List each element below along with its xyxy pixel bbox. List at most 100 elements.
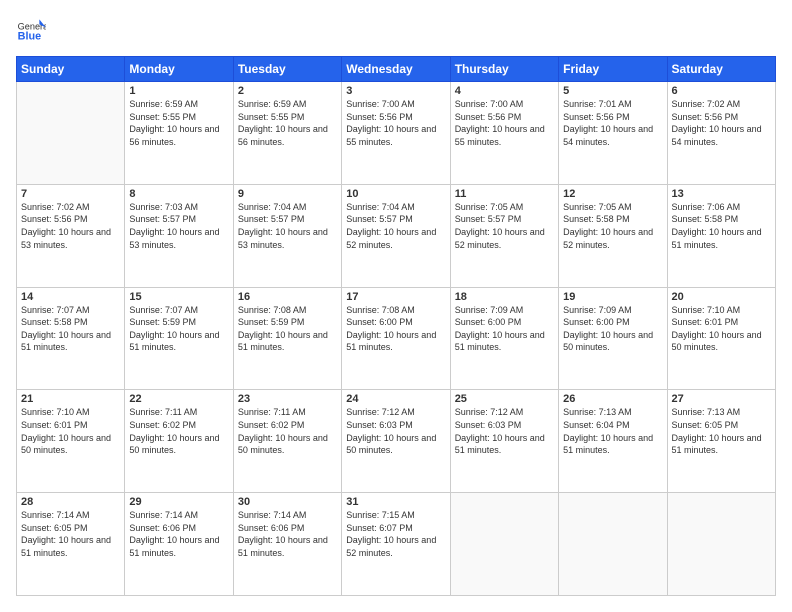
- day-info: Sunrise: 7:13 AMSunset: 6:04 PMDaylight:…: [563, 406, 662, 456]
- day-info: Sunrise: 6:59 AMSunset: 5:55 PMDaylight:…: [238, 98, 337, 148]
- col-header-saturday: Saturday: [667, 57, 775, 82]
- col-header-wednesday: Wednesday: [342, 57, 450, 82]
- day-cell: 7Sunrise: 7:02 AMSunset: 5:56 PMDaylight…: [17, 184, 125, 287]
- day-number: 31: [346, 496, 445, 508]
- day-number: 19: [563, 291, 662, 303]
- day-cell: 1Sunrise: 6:59 AMSunset: 5:55 PMDaylight…: [125, 82, 233, 185]
- day-number: 25: [455, 393, 554, 405]
- col-header-tuesday: Tuesday: [233, 57, 341, 82]
- page: General Blue SundayMondayTuesdayWednesda…: [0, 0, 792, 612]
- day-cell: 6Sunrise: 7:02 AMSunset: 5:56 PMDaylight…: [667, 82, 775, 185]
- day-number: 5: [563, 85, 662, 97]
- day-number: 10: [346, 188, 445, 200]
- day-cell: 3Sunrise: 7:00 AMSunset: 5:56 PMDaylight…: [342, 82, 450, 185]
- day-info: Sunrise: 7:00 AMSunset: 5:56 PMDaylight:…: [346, 98, 445, 148]
- day-cell: 11Sunrise: 7:05 AMSunset: 5:57 PMDayligh…: [450, 184, 558, 287]
- day-number: 8: [129, 188, 228, 200]
- day-number: 17: [346, 291, 445, 303]
- day-number: 15: [129, 291, 228, 303]
- day-cell: 12Sunrise: 7:05 AMSunset: 5:58 PMDayligh…: [559, 184, 667, 287]
- day-info: Sunrise: 7:02 AMSunset: 5:56 PMDaylight:…: [672, 98, 771, 148]
- day-number: 26: [563, 393, 662, 405]
- day-info: Sunrise: 7:12 AMSunset: 6:03 PMDaylight:…: [346, 406, 445, 456]
- day-cell: 18Sunrise: 7:09 AMSunset: 6:00 PMDayligh…: [450, 287, 558, 390]
- day-info: Sunrise: 7:03 AMSunset: 5:57 PMDaylight:…: [129, 201, 228, 251]
- svg-text:Blue: Blue: [18, 30, 41, 42]
- week-row-4: 28Sunrise: 7:14 AMSunset: 6:05 PMDayligh…: [17, 493, 776, 596]
- day-number: 18: [455, 291, 554, 303]
- day-cell: [17, 82, 125, 185]
- day-cell: [667, 493, 775, 596]
- calendar-table: SundayMondayTuesdayWednesdayThursdayFrid…: [16, 56, 776, 596]
- day-info: Sunrise: 7:08 AMSunset: 6:00 PMDaylight:…: [346, 304, 445, 354]
- week-row-3: 21Sunrise: 7:10 AMSunset: 6:01 PMDayligh…: [17, 390, 776, 493]
- day-cell: 21Sunrise: 7:10 AMSunset: 6:01 PMDayligh…: [17, 390, 125, 493]
- day-number: 4: [455, 85, 554, 97]
- day-number: 23: [238, 393, 337, 405]
- day-cell: 23Sunrise: 7:11 AMSunset: 6:02 PMDayligh…: [233, 390, 341, 493]
- day-cell: 22Sunrise: 7:11 AMSunset: 6:02 PMDayligh…: [125, 390, 233, 493]
- day-cell: 29Sunrise: 7:14 AMSunset: 6:06 PMDayligh…: [125, 493, 233, 596]
- day-cell: 28Sunrise: 7:14 AMSunset: 6:05 PMDayligh…: [17, 493, 125, 596]
- day-info: Sunrise: 7:04 AMSunset: 5:57 PMDaylight:…: [346, 201, 445, 251]
- day-number: 29: [129, 496, 228, 508]
- day-info: Sunrise: 7:09 AMSunset: 6:00 PMDaylight:…: [563, 304, 662, 354]
- day-cell: 10Sunrise: 7:04 AMSunset: 5:57 PMDayligh…: [342, 184, 450, 287]
- day-number: 11: [455, 188, 554, 200]
- day-number: 24: [346, 393, 445, 405]
- day-number: 16: [238, 291, 337, 303]
- day-info: Sunrise: 7:06 AMSunset: 5:58 PMDaylight:…: [672, 201, 771, 251]
- day-info: Sunrise: 7:00 AMSunset: 5:56 PMDaylight:…: [455, 98, 554, 148]
- day-info: Sunrise: 7:02 AMSunset: 5:56 PMDaylight:…: [21, 201, 120, 251]
- day-info: Sunrise: 7:07 AMSunset: 5:59 PMDaylight:…: [129, 304, 228, 354]
- day-cell: 5Sunrise: 7:01 AMSunset: 5:56 PMDaylight…: [559, 82, 667, 185]
- day-cell: 2Sunrise: 6:59 AMSunset: 5:55 PMDaylight…: [233, 82, 341, 185]
- day-cell: 14Sunrise: 7:07 AMSunset: 5:58 PMDayligh…: [17, 287, 125, 390]
- week-row-2: 14Sunrise: 7:07 AMSunset: 5:58 PMDayligh…: [17, 287, 776, 390]
- day-info: Sunrise: 7:04 AMSunset: 5:57 PMDaylight:…: [238, 201, 337, 251]
- day-cell: 31Sunrise: 7:15 AMSunset: 6:07 PMDayligh…: [342, 493, 450, 596]
- day-cell: 27Sunrise: 7:13 AMSunset: 6:05 PMDayligh…: [667, 390, 775, 493]
- day-cell: 4Sunrise: 7:00 AMSunset: 5:56 PMDaylight…: [450, 82, 558, 185]
- col-header-friday: Friday: [559, 57, 667, 82]
- col-header-monday: Monday: [125, 57, 233, 82]
- day-info: Sunrise: 7:12 AMSunset: 6:03 PMDaylight:…: [455, 406, 554, 456]
- day-cell: 24Sunrise: 7:12 AMSunset: 6:03 PMDayligh…: [342, 390, 450, 493]
- day-number: 1: [129, 85, 228, 97]
- day-cell: 8Sunrise: 7:03 AMSunset: 5:57 PMDaylight…: [125, 184, 233, 287]
- day-cell: [450, 493, 558, 596]
- day-info: Sunrise: 7:10 AMSunset: 6:01 PMDaylight:…: [672, 304, 771, 354]
- day-number: 2: [238, 85, 337, 97]
- day-number: 9: [238, 188, 337, 200]
- day-info: Sunrise: 7:14 AMSunset: 6:06 PMDaylight:…: [129, 509, 228, 559]
- day-number: 6: [672, 85, 771, 97]
- day-number: 27: [672, 393, 771, 405]
- day-info: Sunrise: 7:13 AMSunset: 6:05 PMDaylight:…: [672, 406, 771, 456]
- day-cell: 20Sunrise: 7:10 AMSunset: 6:01 PMDayligh…: [667, 287, 775, 390]
- day-info: Sunrise: 6:59 AMSunset: 5:55 PMDaylight:…: [129, 98, 228, 148]
- day-info: Sunrise: 7:14 AMSunset: 6:05 PMDaylight:…: [21, 509, 120, 559]
- header: General Blue: [16, 16, 776, 46]
- generalblue-icon: General Blue: [16, 16, 46, 46]
- day-cell: 17Sunrise: 7:08 AMSunset: 6:00 PMDayligh…: [342, 287, 450, 390]
- day-info: Sunrise: 7:11 AMSunset: 6:02 PMDaylight:…: [238, 406, 337, 456]
- week-row-1: 7Sunrise: 7:02 AMSunset: 5:56 PMDaylight…: [17, 184, 776, 287]
- day-number: 7: [21, 188, 120, 200]
- day-number: 14: [21, 291, 120, 303]
- day-number: 3: [346, 85, 445, 97]
- day-info: Sunrise: 7:08 AMSunset: 5:59 PMDaylight:…: [238, 304, 337, 354]
- day-cell: 16Sunrise: 7:08 AMSunset: 5:59 PMDayligh…: [233, 287, 341, 390]
- col-header-thursday: Thursday: [450, 57, 558, 82]
- day-cell: 19Sunrise: 7:09 AMSunset: 6:00 PMDayligh…: [559, 287, 667, 390]
- logo: General Blue: [16, 16, 46, 46]
- day-number: 22: [129, 393, 228, 405]
- day-cell: 30Sunrise: 7:14 AMSunset: 6:06 PMDayligh…: [233, 493, 341, 596]
- day-cell: 13Sunrise: 7:06 AMSunset: 5:58 PMDayligh…: [667, 184, 775, 287]
- day-info: Sunrise: 7:01 AMSunset: 5:56 PMDaylight:…: [563, 98, 662, 148]
- day-info: Sunrise: 7:11 AMSunset: 6:02 PMDaylight:…: [129, 406, 228, 456]
- day-cell: 15Sunrise: 7:07 AMSunset: 5:59 PMDayligh…: [125, 287, 233, 390]
- day-number: 20: [672, 291, 771, 303]
- day-info: Sunrise: 7:15 AMSunset: 6:07 PMDaylight:…: [346, 509, 445, 559]
- day-info: Sunrise: 7:09 AMSunset: 6:00 PMDaylight:…: [455, 304, 554, 354]
- day-cell: 25Sunrise: 7:12 AMSunset: 6:03 PMDayligh…: [450, 390, 558, 493]
